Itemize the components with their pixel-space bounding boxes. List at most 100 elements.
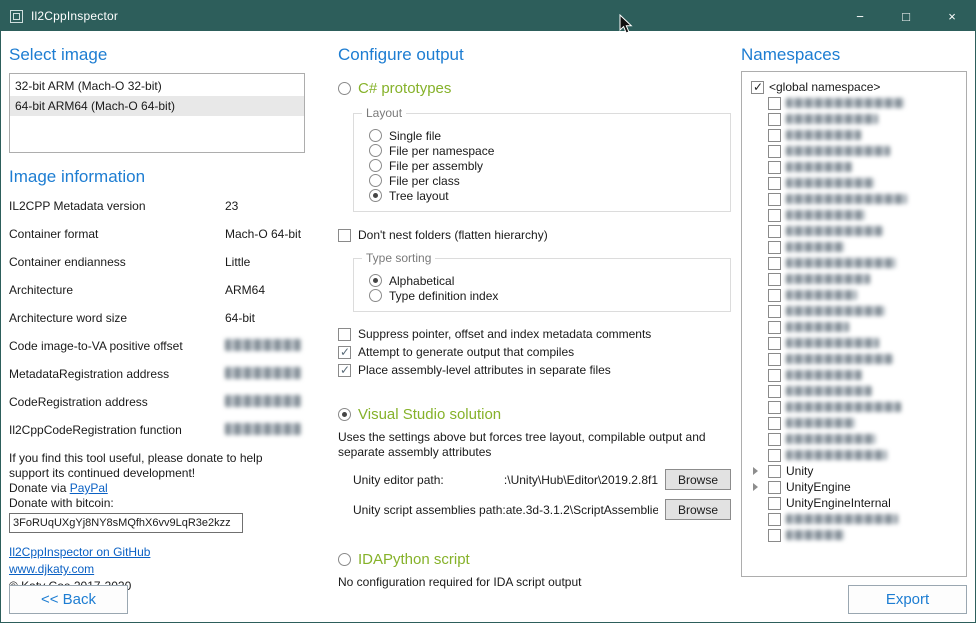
namespace-item[interactable]: [749, 223, 966, 239]
redacted-namespace: [786, 194, 907, 204]
checkbox-icon[interactable]: [768, 417, 781, 430]
idapython-script-radio[interactable]: IDAPython script: [338, 551, 733, 568]
namespace-item[interactable]: [749, 159, 966, 175]
checkbox-icon[interactable]: [768, 465, 781, 478]
namespace-item[interactable]: [749, 319, 966, 335]
checkbox-icon[interactable]: [768, 369, 781, 382]
layout-option-radio[interactable]: Single file: [369, 128, 730, 143]
namespace-item[interactable]: [749, 127, 966, 143]
image-list-item[interactable]: 32-bit ARM (Mach-O 32-bit): [10, 76, 304, 96]
flatten-hierarchy-checkbox[interactable]: Don't nest folders (flatten hierarchy): [338, 228, 733, 242]
checkbox-icon[interactable]: [768, 401, 781, 414]
checkbox-icon[interactable]: [768, 225, 781, 238]
expander-icon[interactable]: [751, 483, 763, 491]
output-option-checkbox[interactable]: Place assembly-level attributes in separ…: [338, 361, 733, 379]
checkbox-icon[interactable]: [768, 273, 781, 286]
namespace-item[interactable]: [749, 527, 966, 543]
namespace-item[interactable]: [749, 511, 966, 527]
checkbox-icon[interactable]: [768, 113, 781, 126]
info-label: Code image-to-VA positive offset: [9, 339, 225, 353]
namespace-item[interactable]: [749, 207, 966, 223]
namespace-item[interactable]: [749, 239, 966, 255]
checkbox-icon[interactable]: [768, 305, 781, 318]
namespace-item[interactable]: [749, 303, 966, 319]
layout-option-radio[interactable]: File per assembly: [369, 158, 730, 173]
checkbox-icon[interactable]: [768, 241, 781, 254]
namespace-item[interactable]: [749, 255, 966, 271]
bitcoin-address-input[interactable]: [9, 513, 243, 533]
namespace-item[interactable]: [749, 351, 966, 367]
checkbox-icon[interactable]: [768, 353, 781, 366]
checkbox-icon[interactable]: [768, 97, 781, 110]
close-button[interactable]: ×: [929, 1, 975, 31]
export-button[interactable]: Export: [848, 585, 967, 614]
checkbox-icon[interactable]: [768, 129, 781, 142]
info-label: Architecture word size: [9, 311, 225, 325]
namespace-item[interactable]: UnityEngine: [749, 479, 966, 495]
paypal-link[interactable]: PayPal: [70, 481, 108, 495]
namespace-item[interactable]: [749, 143, 966, 159]
namespace-item[interactable]: UnityEngineInternal: [749, 495, 966, 511]
back-button[interactable]: << Back: [9, 585, 128, 614]
namespace-item[interactable]: [749, 271, 966, 287]
checkbox-icon[interactable]: [768, 337, 781, 350]
namespace-item[interactable]: [749, 383, 966, 399]
namespace-item[interactable]: <global namespace>: [749, 79, 966, 95]
namespace-item[interactable]: [749, 447, 966, 463]
minimize-button[interactable]: −: [837, 1, 883, 31]
namespace-item[interactable]: [749, 399, 966, 415]
checkbox-icon[interactable]: [768, 449, 781, 462]
checkbox-icon[interactable]: [768, 289, 781, 302]
checkbox-icon[interactable]: [768, 145, 781, 158]
output-option-checkbox[interactable]: Attempt to generate output that compiles: [338, 343, 733, 361]
visual-studio-solution-radio[interactable]: Visual Studio solution: [338, 406, 733, 423]
namespace-item[interactable]: [749, 415, 966, 431]
checkbox-icon[interactable]: [768, 161, 781, 174]
namespace-item[interactable]: [749, 175, 966, 191]
namespace-item[interactable]: [749, 431, 966, 447]
unity-script-assemblies-browse-button[interactable]: Browse: [665, 499, 731, 520]
redacted-value: [225, 395, 301, 407]
namespace-item[interactable]: [749, 95, 966, 111]
website-link[interactable]: www.djkaty.com: [9, 562, 94, 576]
expander-icon[interactable]: [751, 467, 763, 475]
checkbox-icon[interactable]: [768, 385, 781, 398]
image-listbox[interactable]: 32-bit ARM (Mach-O 32-bit) 64-bit ARM64 …: [9, 73, 305, 153]
checkbox-icon[interactable]: [768, 193, 781, 206]
checkbox-icon[interactable]: [768, 321, 781, 334]
namespace-item[interactable]: [749, 287, 966, 303]
namespace-item[interactable]: [749, 191, 966, 207]
checkbox-icon[interactable]: [768, 497, 781, 510]
checkbox-icon[interactable]: [768, 481, 781, 494]
maximize-button[interactable]: □: [883, 1, 929, 31]
layout-option-radio[interactable]: File per class: [369, 173, 730, 188]
namespace-item[interactable]: [749, 111, 966, 127]
bitcoin-label: Donate with bitcoin:: [9, 496, 305, 511]
layout-option-radio[interactable]: File per namespace: [369, 143, 730, 158]
checkbox-icon[interactable]: [768, 433, 781, 446]
checkbox-icon[interactable]: [768, 177, 781, 190]
layout-groupbox: Layout Single file File per namespace Fi…: [353, 113, 731, 212]
layout-option-radio[interactable]: Tree layout: [369, 188, 730, 203]
checkbox-icon[interactable]: [768, 513, 781, 526]
checkbox-icon[interactable]: [751, 81, 764, 94]
output-option-checkbox[interactable]: Suppress pointer, offset and index metad…: [338, 325, 733, 343]
redacted-value: [225, 367, 301, 379]
checkbox-icon[interactable]: [768, 257, 781, 270]
checkbox-icon[interactable]: [768, 209, 781, 222]
image-list-item[interactable]: 64-bit ARM64 (Mach-O 64-bit): [10, 96, 304, 116]
namespace-item[interactable]: [749, 335, 966, 351]
radio-icon: [369, 274, 382, 287]
namespace-label: <global namespace>: [769, 79, 880, 95]
github-link[interactable]: Il2CppInspector on GitHub: [9, 545, 150, 559]
namespace-item[interactable]: [749, 367, 966, 383]
checkbox-icon[interactable]: [768, 529, 781, 542]
unity-editor-browse-button[interactable]: Browse: [665, 469, 731, 490]
csharp-prototypes-radio[interactable]: C# prototypes: [338, 80, 733, 97]
namespaces-tree[interactable]: <global namespace>: [741, 71, 967, 577]
type-sorting-option-radio[interactable]: Type definition index: [369, 288, 730, 303]
info-row: Code image-to-VA positive offset: [9, 339, 305, 353]
namespace-item[interactable]: Unity: [749, 463, 966, 479]
unity-editor-path-row: Unity editor path: :\Unity\Hub\Editor\20…: [353, 469, 731, 490]
type-sorting-option-radio[interactable]: Alphabetical: [369, 273, 730, 288]
